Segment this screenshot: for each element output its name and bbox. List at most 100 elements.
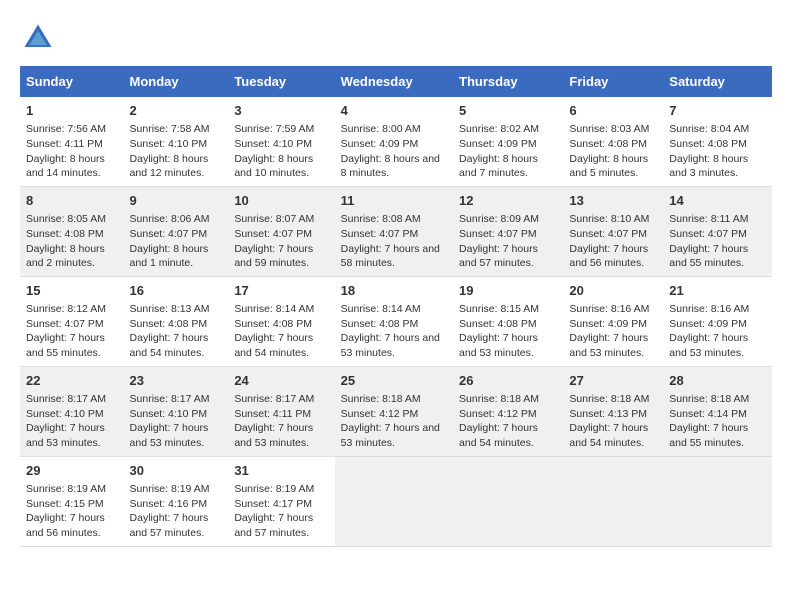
day-info: Sunrise: 8:17 AMSunset: 4:10 PMDaylight:… (26, 393, 106, 449)
day-cell: 28 Sunrise: 8:18 AMSunset: 4:14 PMDayligh… (663, 366, 772, 456)
weekday-header-row: SundayMondayTuesdayWednesdayThursdayFrid… (20, 66, 772, 97)
day-cell: 8 Sunrise: 8:05 AMSunset: 4:08 PMDaylight… (20, 186, 124, 276)
day-cell: 14 Sunrise: 8:11 AMSunset: 4:07 PMDayligh… (663, 186, 772, 276)
day-number: 27 (569, 372, 657, 390)
weekday-header-monday: Monday (124, 66, 229, 97)
day-number: 28 (669, 372, 766, 390)
day-number: 12 (459, 192, 557, 210)
day-number: 24 (234, 372, 328, 390)
day-info: Sunrise: 8:12 AMSunset: 4:07 PMDaylight:… (26, 303, 106, 359)
day-info: Sunrise: 8:14 AMSunset: 4:08 PMDaylight:… (234, 303, 314, 359)
day-info: Sunrise: 8:16 AMSunset: 4:09 PMDaylight:… (569, 303, 649, 359)
day-cell: 9 Sunrise: 8:06 AMSunset: 4:07 PMDaylight… (124, 186, 229, 276)
calendar-table: SundayMondayTuesdayWednesdayThursdayFrid… (20, 66, 772, 547)
day-info: Sunrise: 8:15 AMSunset: 4:08 PMDaylight:… (459, 303, 539, 359)
weekday-header-wednesday: Wednesday (335, 66, 453, 97)
day-info: Sunrise: 8:17 AMSunset: 4:11 PMDaylight:… (234, 393, 314, 449)
week-row-1: 1 Sunrise: 7:56 AMSunset: 4:11 PMDaylight… (20, 97, 772, 186)
day-info: Sunrise: 8:04 AMSunset: 4:08 PMDaylight:… (669, 123, 749, 179)
day-cell: 7 Sunrise: 8:04 AMSunset: 4:08 PMDaylight… (663, 97, 772, 186)
day-number: 8 (26, 192, 118, 210)
day-info: Sunrise: 8:18 AMSunset: 4:12 PMDaylight:… (341, 393, 440, 449)
day-info: Sunrise: 8:16 AMSunset: 4:09 PMDaylight:… (669, 303, 749, 359)
weekday-header-friday: Friday (563, 66, 663, 97)
day-cell: 16 Sunrise: 8:13 AMSunset: 4:08 PMDayligh… (124, 276, 229, 366)
day-cell: 13Sunrise: 8:10 AMSunset: 4:07 PMDayligh… (563, 186, 663, 276)
day-cell: 2 Sunrise: 7:58 AMSunset: 4:10 PMDaylight… (124, 97, 229, 186)
day-number: 10 (234, 192, 328, 210)
day-info: Sunrise: 8:19 AMSunset: 4:16 PMDaylight:… (130, 483, 210, 539)
day-number: 30 (130, 462, 223, 480)
day-info: Sunrise: 8:13 AMSunset: 4:08 PMDaylight:… (130, 303, 210, 359)
day-cell: 31 Sunrise: 8:19 AMSunset: 4:17 PMDayligh… (228, 456, 334, 546)
weekday-header-tuesday: Tuesday (228, 66, 334, 97)
day-number: 3 (234, 102, 328, 120)
day-info: Sunrise: 8:06 AMSunset: 4:07 PMDaylight:… (130, 213, 210, 269)
day-cell: 21 Sunrise: 8:16 AMSunset: 4:09 PMDayligh… (663, 276, 772, 366)
day-cell: 27 Sunrise: 8:18 AMSunset: 4:13 PMDayligh… (563, 366, 663, 456)
page-header (20, 20, 772, 56)
week-row-3: 15 Sunrise: 8:12 AMSunset: 4:07 PMDayligh… (20, 276, 772, 366)
day-info: Sunrise: 8:08 AMSunset: 4:07 PMDaylight:… (341, 213, 440, 269)
day-number: 14 (669, 192, 766, 210)
day-info: Sunrise: 8:09 AMSunset: 4:07 PMDaylight:… (459, 213, 539, 269)
day-cell: 10Sunrise: 8:07 AMSunset: 4:07 PMDayligh… (228, 186, 334, 276)
day-info: Sunrise: 8:18 AMSunset: 4:14 PMDaylight:… (669, 393, 749, 449)
logo-icon (20, 20, 56, 56)
day-number: 20 (569, 282, 657, 300)
day-number: 1 (26, 102, 118, 120)
day-cell: 17 Sunrise: 8:14 AMSunset: 4:08 PMDayligh… (228, 276, 334, 366)
day-number: 18 (341, 282, 447, 300)
day-number: 2 (130, 102, 223, 120)
weekday-header-saturday: Saturday (663, 66, 772, 97)
day-cell: 29 Sunrise: 8:19 AMSunset: 4:15 PMDayligh… (20, 456, 124, 546)
day-number: 15 (26, 282, 118, 300)
day-cell: 12 Sunrise: 8:09 AMSunset: 4:07 PMDayligh… (453, 186, 563, 276)
day-number: 29 (26, 462, 118, 480)
day-cell (453, 456, 563, 546)
day-cell: 26Sunrise: 8:18 AMSunset: 4:12 PMDayligh… (453, 366, 563, 456)
logo (20, 20, 62, 56)
day-info: Sunrise: 8:18 AMSunset: 4:13 PMDaylight:… (569, 393, 649, 449)
day-cell: 24 Sunrise: 8:17 AMSunset: 4:11 PMDayligh… (228, 366, 334, 456)
day-cell: 4Sunrise: 8:00 AMSunset: 4:09 PMDaylight… (335, 97, 453, 186)
day-number: 17 (234, 282, 328, 300)
day-number: 25 (341, 372, 447, 390)
day-cell: 19 Sunrise: 8:15 AMSunset: 4:08 PMDayligh… (453, 276, 563, 366)
day-info: Sunrise: 8:18 AMSunset: 4:12 PMDaylight:… (459, 393, 539, 449)
weekday-header-sunday: Sunday (20, 66, 124, 97)
day-number: 19 (459, 282, 557, 300)
day-info: Sunrise: 8:19 AMSunset: 4:17 PMDaylight:… (234, 483, 314, 539)
day-number: 7 (669, 102, 766, 120)
day-cell: 11Sunrise: 8:08 AMSunset: 4:07 PMDayligh… (335, 186, 453, 276)
day-number: 4 (341, 102, 447, 120)
day-number: 16 (130, 282, 223, 300)
day-info: Sunrise: 8:10 AMSunset: 4:07 PMDaylight:… (569, 213, 649, 269)
day-cell (663, 456, 772, 546)
day-number: 23 (130, 372, 223, 390)
day-number: 31 (234, 462, 328, 480)
day-number: 5 (459, 102, 557, 120)
day-cell: 1 Sunrise: 7:56 AMSunset: 4:11 PMDaylight… (20, 97, 124, 186)
day-info: Sunrise: 8:19 AMSunset: 4:15 PMDaylight:… (26, 483, 106, 539)
day-info: Sunrise: 8:11 AMSunset: 4:07 PMDaylight:… (669, 213, 748, 269)
day-cell: 15 Sunrise: 8:12 AMSunset: 4:07 PMDayligh… (20, 276, 124, 366)
day-info: Sunrise: 7:58 AMSunset: 4:10 PMDaylight:… (130, 123, 210, 179)
day-cell: 3 Sunrise: 7:59 AMSunset: 4:10 PMDaylight… (228, 97, 334, 186)
day-info: Sunrise: 8:03 AMSunset: 4:08 PMDaylight:… (569, 123, 649, 179)
day-info: Sunrise: 8:14 AMSunset: 4:08 PMDaylight:… (341, 303, 440, 359)
day-cell: 25 Sunrise: 8:18 AMSunset: 4:12 PMDayligh… (335, 366, 453, 456)
day-info: Sunrise: 7:59 AMSunset: 4:10 PMDaylight:… (234, 123, 314, 179)
day-info: Sunrise: 8:02 AMSunset: 4:09 PMDaylight:… (459, 123, 539, 179)
day-cell (335, 456, 453, 546)
week-row-4: 22Sunrise: 8:17 AMSunset: 4:10 PMDayligh… (20, 366, 772, 456)
day-info: Sunrise: 8:05 AMSunset: 4:08 PMDaylight:… (26, 213, 106, 269)
day-cell (563, 456, 663, 546)
week-row-2: 8 Sunrise: 8:05 AMSunset: 4:08 PMDaylight… (20, 186, 772, 276)
day-number: 21 (669, 282, 766, 300)
day-cell: 6Sunrise: 8:03 AMSunset: 4:08 PMDaylight… (563, 97, 663, 186)
day-cell: 23Sunrise: 8:17 AMSunset: 4:10 PMDayligh… (124, 366, 229, 456)
week-row-5: 29 Sunrise: 8:19 AMSunset: 4:15 PMDayligh… (20, 456, 772, 546)
day-info: Sunrise: 7:56 AMSunset: 4:11 PMDaylight:… (26, 123, 106, 179)
day-number: 9 (130, 192, 223, 210)
